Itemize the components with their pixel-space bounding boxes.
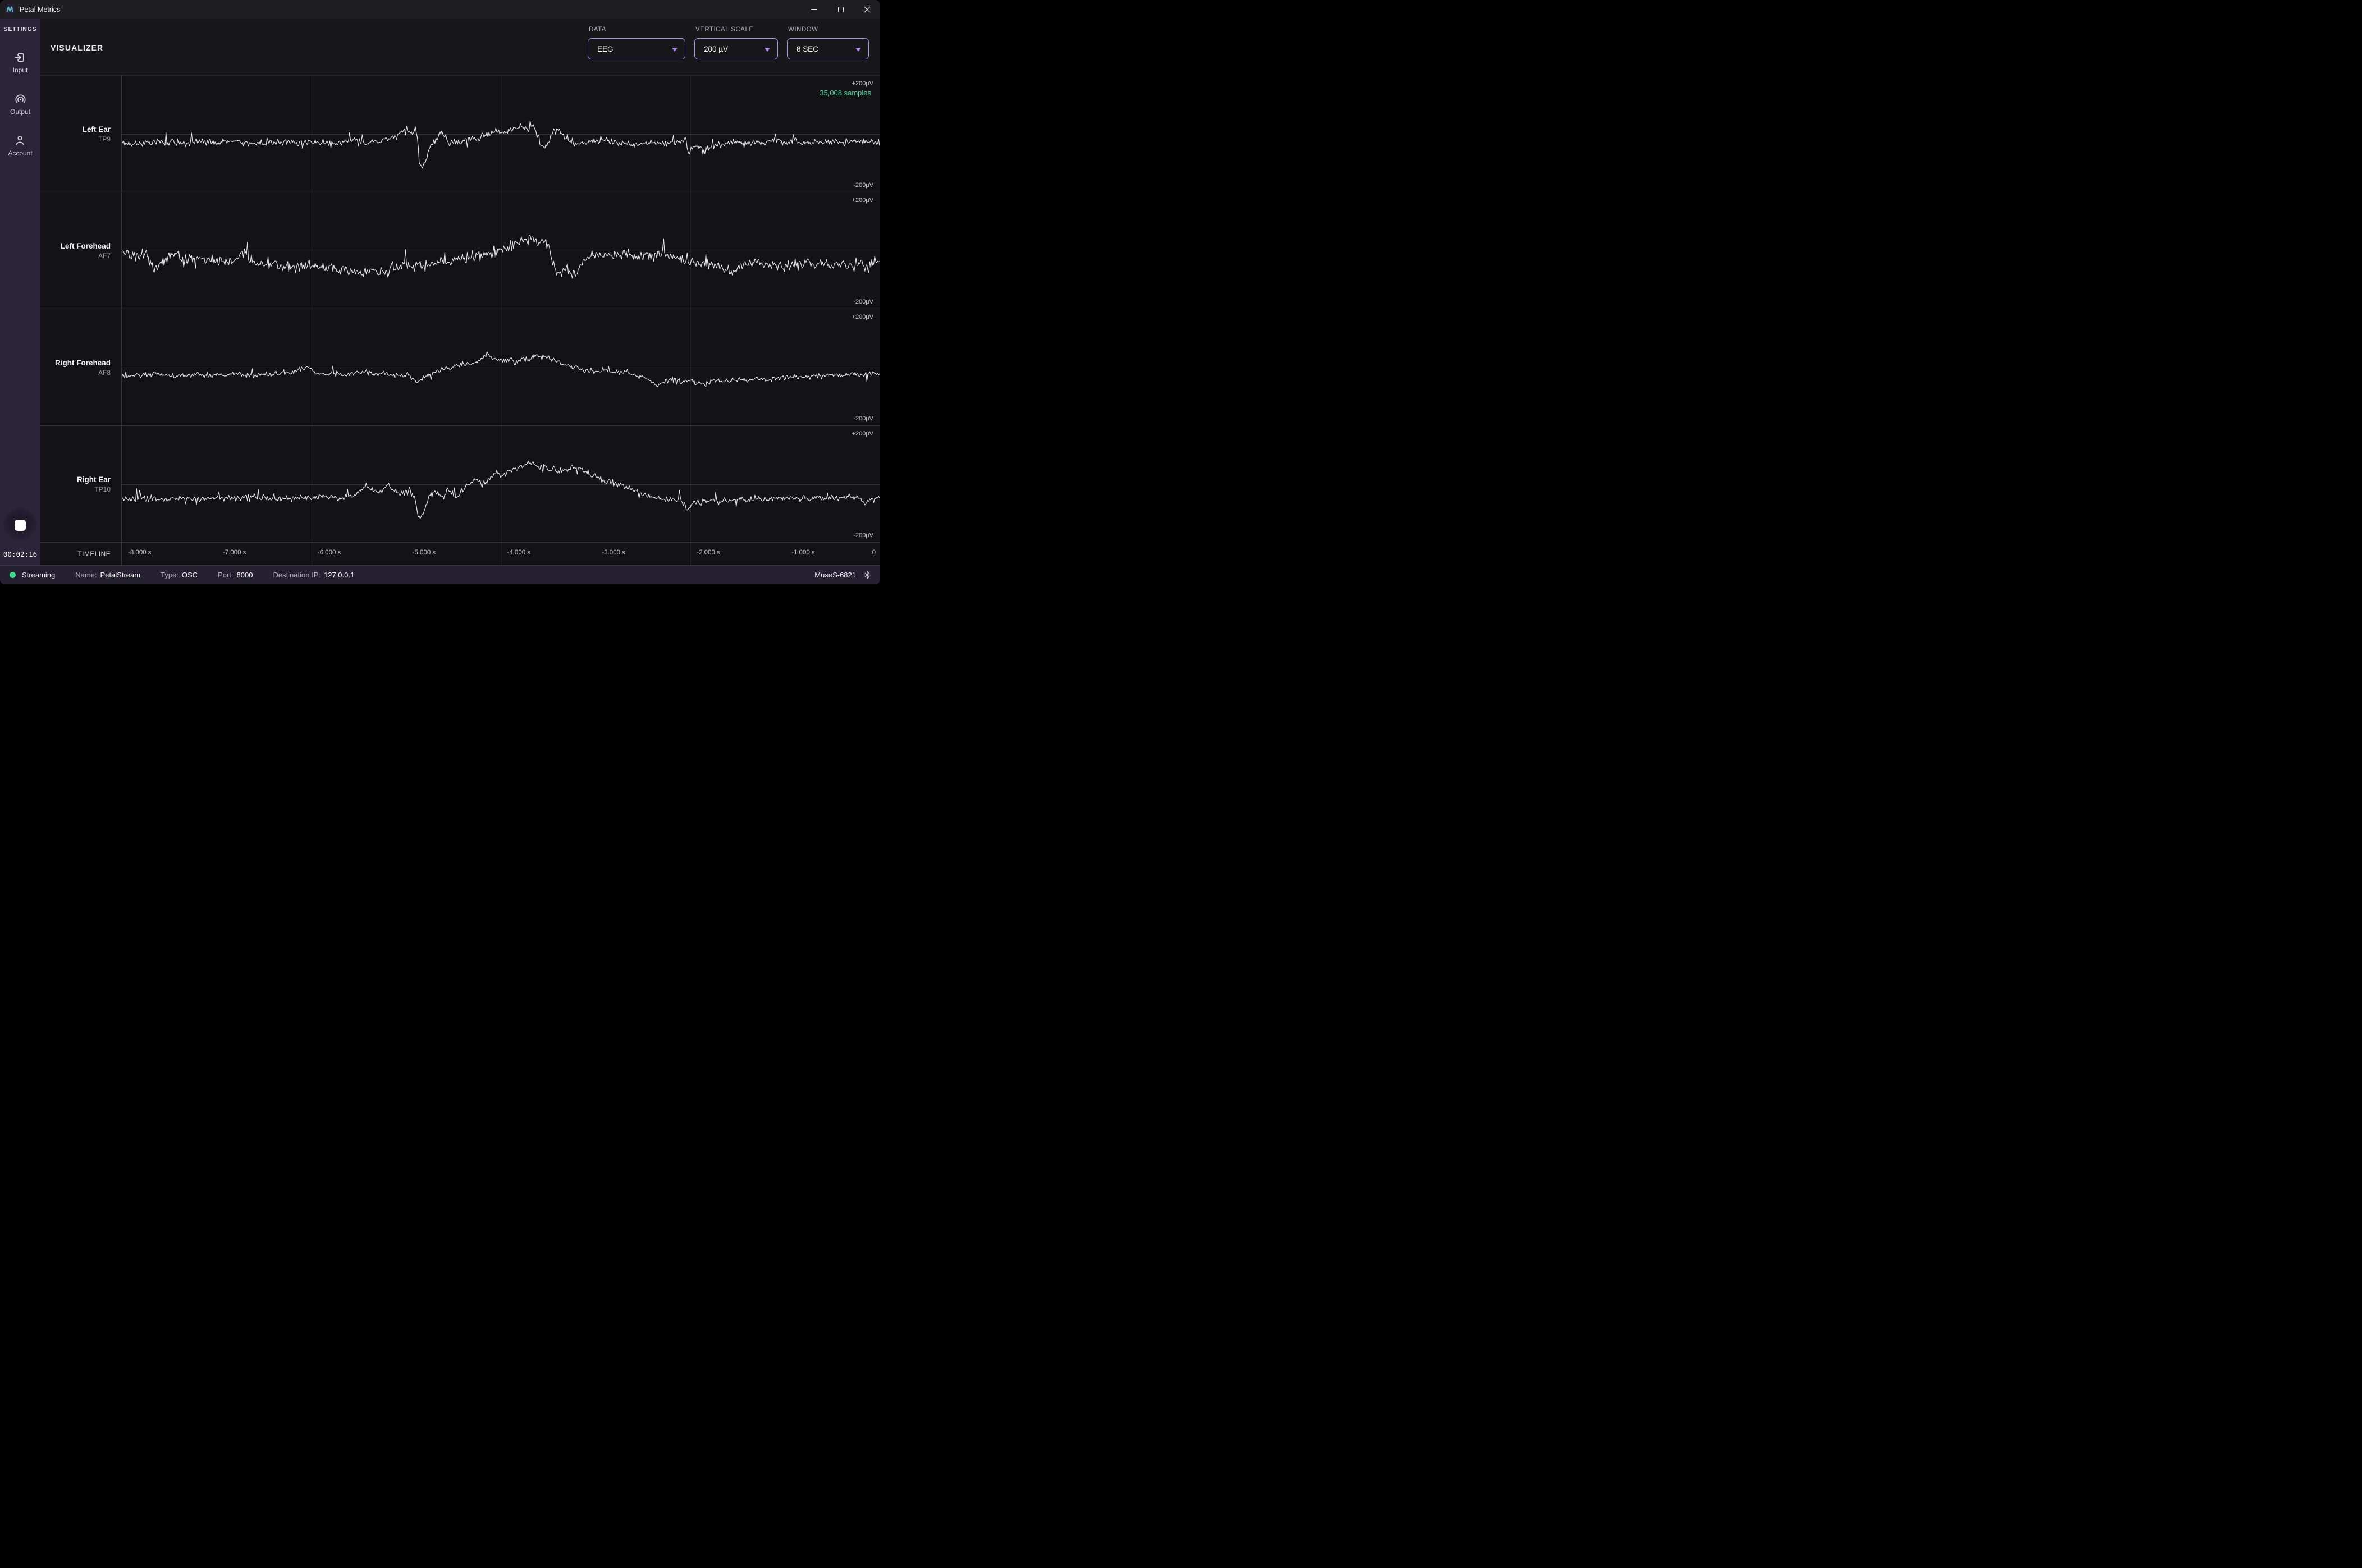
timeline-tick: 0 (872, 549, 876, 556)
channel-plot-tp9: +200µV 35,008 samples -200µV (121, 76, 880, 192)
data-select-value: EEG (597, 45, 614, 53)
timeline-tick: -7.000 s (223, 549, 246, 556)
device-name: MuseS-6821 (814, 571, 856, 579)
sidebar-item-label: Account (8, 149, 32, 157)
bluetooth-icon (864, 570, 871, 580)
output-icon (14, 93, 27, 106)
eeg-trace-af8 (122, 309, 880, 425)
channel-electrode: TP9 (98, 135, 111, 143)
channel-row-tp9: Left Ear TP9 +200µV 35,008 samples -200µ… (40, 75, 880, 192)
data-select[interactable]: EEG (588, 38, 685, 59)
eeg-trace-tp10 (122, 426, 880, 542)
chevron-down-icon (765, 48, 770, 52)
eeg-trace-af7 (122, 192, 880, 309)
status-value: OSC (182, 571, 198, 579)
channel-electrode: AF8 (98, 369, 111, 377)
page-title: VISUALIZER (51, 43, 103, 75)
timeline-tick: -5.000 s (413, 549, 436, 556)
close-button[interactable] (854, 0, 880, 19)
title-bar: Petal Metrics (0, 0, 880, 19)
channel-row-af8: Right Forehead AF8 +200µV -200µV (40, 309, 880, 426)
channel-plot-af8: +200µV -200µV (121, 309, 880, 425)
status-bar: Streaming Name: PetalStream Type: OSC Po… (0, 565, 880, 584)
settings-sidebar: SETTINGS Input Output (0, 19, 40, 565)
minimize-button[interactable] (801, 0, 827, 19)
session-timer: 00:02:16 (3, 550, 37, 558)
minimize-icon (811, 9, 817, 10)
channel-electrode: TP10 (94, 485, 111, 493)
timeline-tick: -2.000 s (697, 549, 720, 556)
channel-row-tp10: Right Ear TP10 +200µV -200µV (40, 426, 880, 543)
window-select-label: WINDOW (788, 26, 869, 33)
sidebar-item-account[interactable]: Account (8, 134, 32, 157)
visualizer-topbar: VISUALIZER DATA EEG VERTICAL SCALE 200 µ… (40, 19, 880, 75)
channel-row-af7: Left Forehead AF7 +200µV -200µV (40, 192, 880, 309)
timeline-axis: -8.000 s -7.000 s -6.000 s -5.000 s -4.0… (121, 543, 880, 565)
status-key: Port: (218, 571, 233, 579)
timeline-tick: -1.000 s (791, 549, 815, 556)
timeline-tick: -8.000 s (128, 549, 152, 556)
streaming-status-text: Streaming (22, 571, 55, 579)
timeline-tick: -6.000 s (318, 549, 341, 556)
chevron-down-icon (672, 48, 678, 52)
channel-electrode: AF7 (98, 252, 111, 260)
close-icon (864, 6, 871, 13)
window-select[interactable]: 8 SEC (787, 38, 869, 59)
channel-name: Left Ear (83, 125, 111, 134)
sidebar-item-label: Input (13, 66, 28, 74)
vertical-scale-select[interactable]: 200 µV (694, 38, 778, 59)
window-title: Petal Metrics (20, 6, 60, 13)
channel-name: Left Forehead (61, 242, 111, 250)
maximize-icon (838, 7, 844, 12)
channel-plot-tp10: +200µV -200µV (121, 426, 880, 542)
timeline-row: TIMELINE -8.000 s -7.000 s -6.000 s -5.0… (40, 543, 880, 565)
stop-button-ring (3, 508, 37, 542)
timeline-tick: -3.000 s (602, 549, 625, 556)
account-icon (13, 134, 26, 147)
timeline-label: TIMELINE (77, 550, 111, 558)
streaming-status-icon (10, 572, 16, 578)
eeg-trace-tp9 (122, 76, 880, 192)
sidebar-item-output[interactable]: Output (10, 93, 30, 116)
data-select-label: DATA (589, 26, 685, 33)
stop-streaming-button[interactable] (15, 520, 26, 531)
sidebar-item-label: Output (10, 108, 30, 116)
app-window: Petal Metrics SETTINGS Input (0, 0, 880, 584)
channel-name: Right Forehead (55, 359, 111, 367)
status-value: PetalStream (100, 571, 141, 579)
timeline-tick: -4.000 s (507, 549, 531, 556)
chevron-down-icon (855, 48, 861, 52)
vertical-scale-select-value: 200 µV (704, 45, 728, 53)
input-icon (13, 51, 26, 64)
status-value: 8000 (237, 571, 253, 579)
window-select-value: 8 SEC (797, 45, 818, 53)
status-key: Destination IP: (273, 571, 321, 579)
vertical-scale-select-label: VERTICAL SCALE (695, 26, 778, 33)
app-logo-icon (5, 4, 15, 14)
status-value: 127.0.0.1 (324, 571, 354, 579)
channel-plot-af7: +200µV -200µV (121, 192, 880, 309)
status-key: Type: (161, 571, 178, 579)
sidebar-heading: SETTINGS (4, 26, 37, 33)
maximize-button[interactable] (827, 0, 854, 19)
channel-name: Right Ear (77, 475, 111, 484)
eeg-chart: Left Ear TP9 +200µV 35,008 samples -200µ… (40, 75, 880, 565)
status-key: Name: (75, 571, 97, 579)
sidebar-item-input[interactable]: Input (13, 51, 28, 74)
